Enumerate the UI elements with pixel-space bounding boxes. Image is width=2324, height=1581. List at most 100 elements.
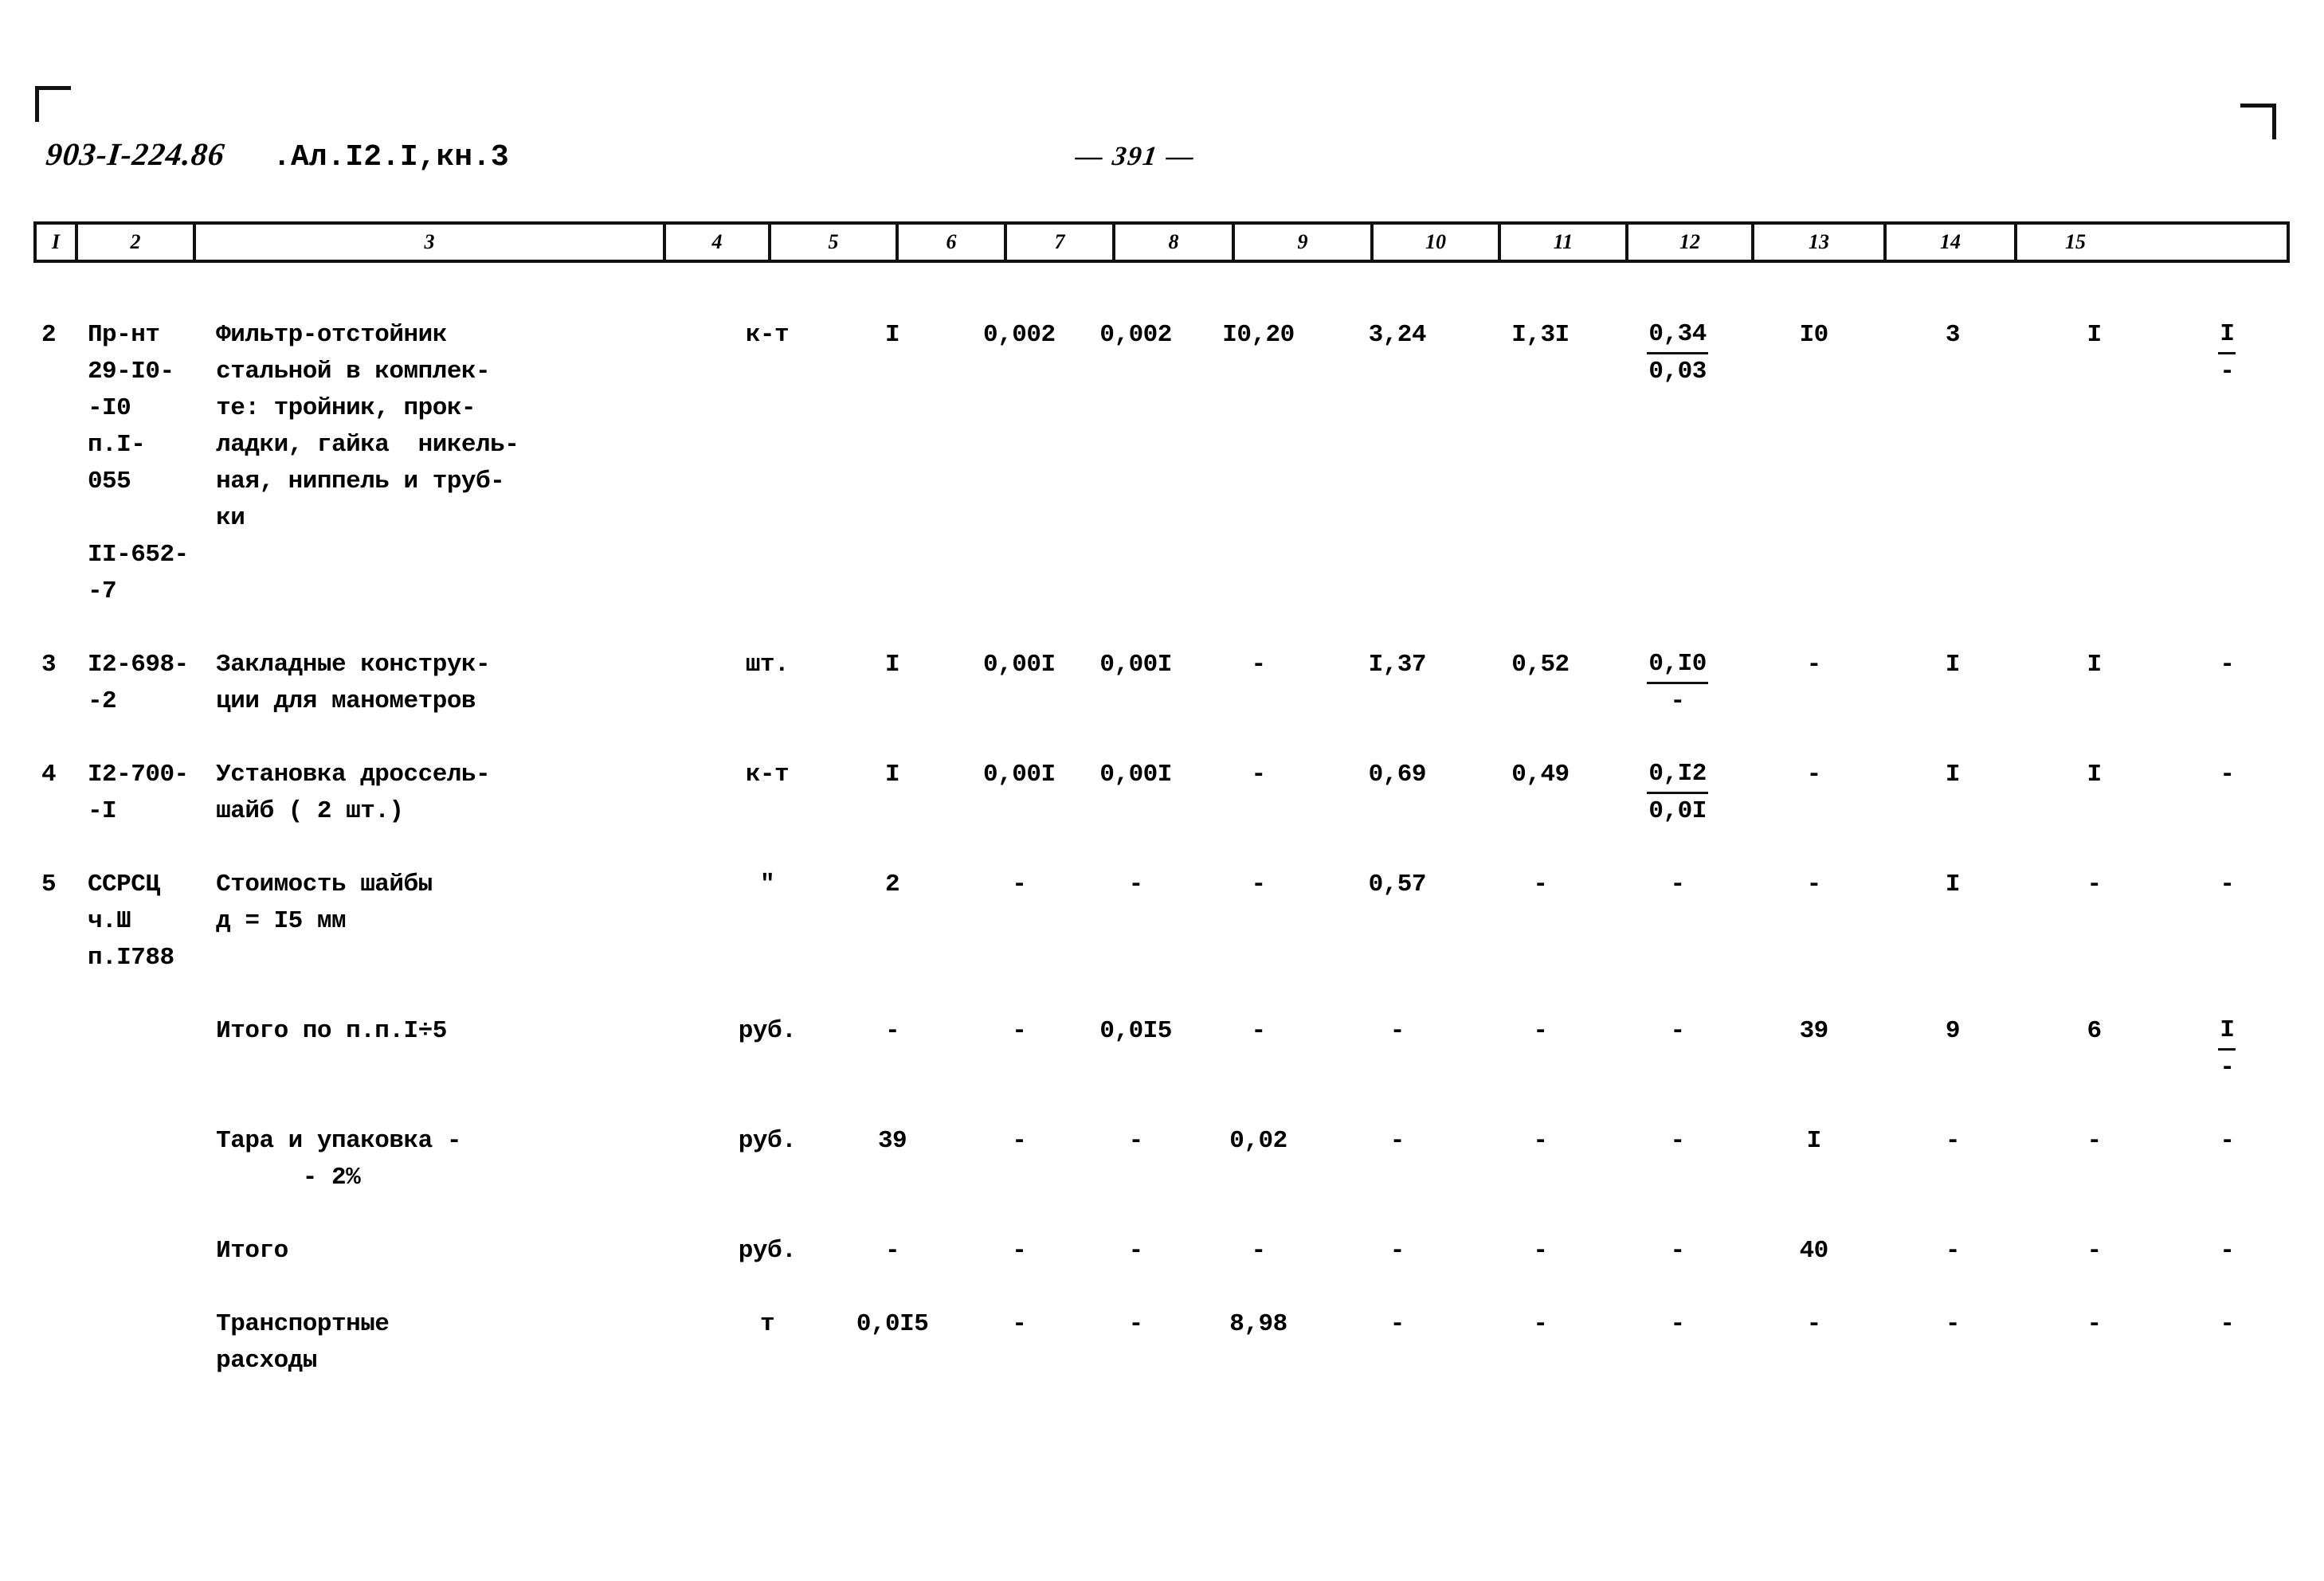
row-spacer-cell <box>33 830 2290 867</box>
row-value-col7: 0,0I5 <box>1099 1017 1172 1045</box>
column-header-2: 2 <box>78 225 196 260</box>
row-value-col5: 39 <box>877 1127 907 1155</box>
table-row: 2 Пр-нт 29-I0- -I0 п.I- 055 II-652- -7 Фил… <box>33 317 2290 610</box>
row-value-col7: - <box>1128 1310 1144 1338</box>
row-item-code <box>78 1306 205 1379</box>
row-item-code: Пр-нт 29-I0- -I0 п.I- 055 II-652- -7 <box>87 321 189 605</box>
row-position-number <box>33 1233 78 1270</box>
row-value-col7: - <box>1128 1127 1144 1155</box>
row-unit: к-т <box>745 321 790 349</box>
row-value-col10: - <box>1533 1310 1548 1338</box>
row-unit: руб. <box>738 1237 797 1265</box>
row-description: Фильтр-отстойник стальной в комплек- те:… <box>216 321 519 532</box>
row-value-col11: 0,34 0,03 <box>1609 317 1746 610</box>
row-value-col10: - <box>1533 1127 1548 1155</box>
row-value-col8: I0,20 <box>1222 321 1295 349</box>
row-value-col13: - <box>1945 1310 1961 1338</box>
row-value-col10: 0,49 <box>1511 761 1570 789</box>
row-value-col6: - <box>1012 1127 1027 1155</box>
row-value-col13: - <box>1945 1127 1961 1155</box>
row-value-col12: - <box>1806 871 1822 898</box>
row-value-col8: 8,98 <box>1229 1310 1287 1338</box>
row-value-col5: I <box>885 651 900 679</box>
row-value-col7: 0,00I <box>1099 651 1172 679</box>
document-header: 903-I-224.86 .Ал.I2.I,кн.3 <box>45 135 509 174</box>
row-value-col9: - <box>1389 1237 1405 1265</box>
row-unit: к-т <box>745 761 790 789</box>
row-value-col6: 0,002 <box>983 321 1056 349</box>
row-value-col14: I <box>2087 761 2102 789</box>
row-spacer-cell <box>33 976 2290 1013</box>
table-row: Тара и упаковка - - 2% руб. 39 - - 0,02 - - - I - -… <box>33 1123 2290 1196</box>
row-value-col14: - <box>2087 1310 2102 1338</box>
row-value-col12: - <box>1806 761 1822 789</box>
row-item-code: I2-698- -2 <box>87 651 189 715</box>
row-position-number <box>33 1123 78 1196</box>
row-value-col14: - <box>2087 871 2102 898</box>
row-value-col13: 3 <box>1945 321 1961 349</box>
row-value-col11-denominator: 0,03 <box>1648 358 1707 385</box>
row-value-col7: 0,00I <box>1099 761 1172 789</box>
row-value-col15: - <box>2220 1127 2235 1155</box>
row-description: Закладные конструк- ции для манометров <box>216 651 491 715</box>
row-value-col12: - <box>1806 651 1822 679</box>
table-row: Итого руб. - - - - - - - 40 - - - <box>33 1233 2290 1270</box>
column-header-10: 10 <box>1374 225 1501 260</box>
row-value-col11: 0,I2 0,0I <box>1609 757 1746 830</box>
row-unit: руб. <box>738 1017 797 1045</box>
row-description: Стоимость шайбы д = I5 мм <box>216 871 433 935</box>
row-value-col8: - <box>1251 1237 1266 1265</box>
row-item-code: I2-700- -I <box>87 761 189 825</box>
row-value-col14: - <box>2087 1237 2102 1265</box>
row-value-col8: - <box>1251 871 1266 898</box>
column-header-5: 5 <box>771 225 899 260</box>
row-value-col11: - <box>1670 1017 1686 1045</box>
row-value-col14: 6 <box>2087 1017 2102 1045</box>
row-value-col15: - <box>2220 1310 2235 1338</box>
row-value-col12: 39 <box>1799 1017 1829 1045</box>
row-value-col10: 0,52 <box>1511 651 1570 679</box>
row-value-col8: 0,02 <box>1229 1127 1287 1155</box>
page-number: — 391 — <box>1073 142 1197 171</box>
row-value-col11-numerator: 0,34 <box>1647 317 1708 354</box>
row-spacer-cell <box>33 610 2290 647</box>
row-item-code: ССРСЦ ч.Ш п.I788 <box>87 871 174 972</box>
row-value-col11-denominator: - <box>1670 687 1686 715</box>
row-value-col9: - <box>1389 1017 1405 1045</box>
column-header-8: 8 <box>1115 225 1235 260</box>
row-spacer <box>33 1270 2290 1306</box>
column-header-13: 13 <box>1754 225 1887 260</box>
row-value-col8: - <box>1251 1017 1266 1045</box>
row-position-number: 2 <box>41 321 57 349</box>
row-item-code <box>78 1123 205 1196</box>
row-value-col9: I,37 <box>1368 651 1427 679</box>
column-header-7: 7 <box>1007 225 1115 260</box>
row-value-col8: - <box>1251 761 1266 789</box>
row-value-col6: 0,00I <box>983 761 1056 789</box>
row-spacer <box>33 976 2290 1013</box>
row-value-col6: - <box>1012 1237 1027 1265</box>
row-value-col11-numerator: 0,I2 <box>1647 757 1708 794</box>
row-value-col5: 2 <box>885 871 900 898</box>
row-spacer-cell <box>33 1196 2290 1233</box>
column-header-11: 11 <box>1501 225 1628 260</box>
row-description: Установка дроссель- шайб ( 2 шт.) <box>216 761 491 825</box>
corner-mark-top-left <box>35 86 71 122</box>
row-unit: руб. <box>738 1127 797 1155</box>
row-value-col8: - <box>1251 651 1266 679</box>
row-spacer-cell <box>33 1270 2290 1306</box>
row-value-col5: 0,0I5 <box>856 1310 929 1338</box>
row-value-col14: I <box>2087 651 2102 679</box>
row-value-col11: - <box>1670 1237 1686 1265</box>
column-header-12: 12 <box>1628 225 1754 260</box>
row-value-col14: - <box>2087 1127 2102 1155</box>
row-value-col15: - <box>2220 761 2235 789</box>
table-row: Итого по п.п.I÷5 руб. - -0,0I5- - - -39 9 6 I - <box>33 1013 2290 1086</box>
row-spacer-cell <box>33 1086 2290 1123</box>
row-value-col11: - <box>1670 871 1686 898</box>
row-spacer <box>33 610 2290 647</box>
column-header-6: 6 <box>899 225 1007 260</box>
row-value-col15: I- <box>2165 317 2290 610</box>
specification-table: 2 Пр-нт 29-I0- -I0 п.I- 055 II-652- -7 Фил… <box>33 280 2290 1379</box>
row-value-col7: - <box>1128 871 1144 898</box>
